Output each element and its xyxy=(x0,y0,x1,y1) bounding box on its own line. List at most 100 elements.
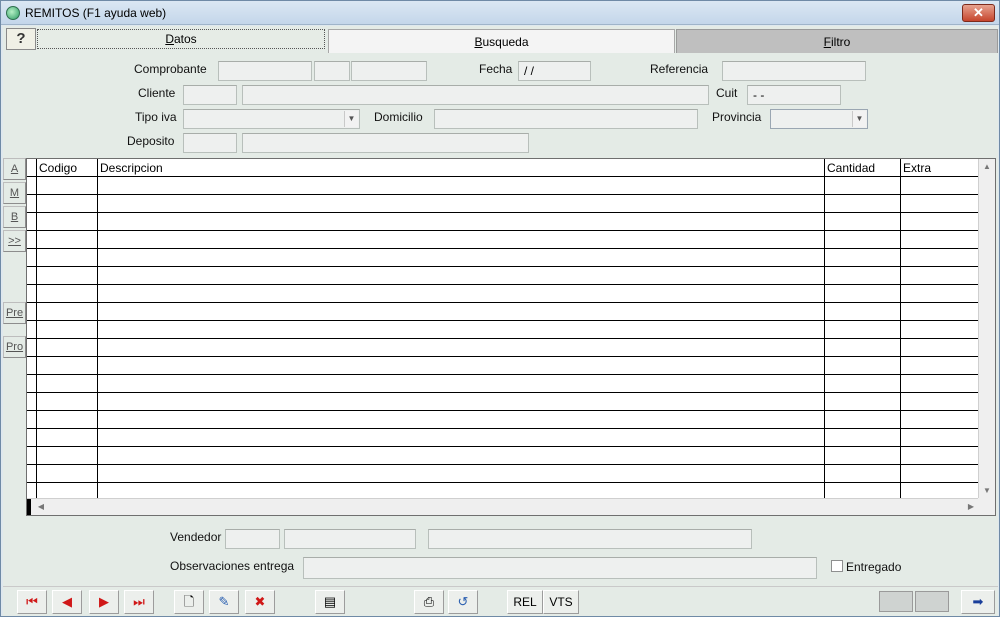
table-cell[interactable] xyxy=(825,195,901,213)
vendedor-code-field[interactable] xyxy=(225,529,280,549)
table-row[interactable] xyxy=(27,321,979,339)
table-cell[interactable] xyxy=(98,195,825,213)
table-cell[interactable] xyxy=(98,285,825,303)
table-row[interactable] xyxy=(27,357,979,375)
table-cell[interactable] xyxy=(37,429,98,447)
side-button-add[interactable]: A xyxy=(3,158,26,180)
table-cell[interactable] xyxy=(825,321,901,339)
items-grid[interactable]: Codigo Descripcion Cantidad Extra ▲ ▼ ◀ … xyxy=(26,158,996,516)
table-cell[interactable] xyxy=(37,177,98,195)
table-cell[interactable] xyxy=(98,393,825,411)
undo-button[interactable]: ↺ xyxy=(448,590,478,614)
edit-button[interactable]: ✎ xyxy=(209,590,239,614)
provincia-select[interactable]: ▼ xyxy=(770,109,868,129)
print-button[interactable]: ⎙ xyxy=(414,590,444,614)
table-cell[interactable] xyxy=(37,231,98,249)
table-row[interactable] xyxy=(27,267,979,285)
table-cell[interactable] xyxy=(825,285,901,303)
referencia-field[interactable] xyxy=(722,61,866,81)
delete-button[interactable]: ✖ xyxy=(245,590,275,614)
close-button[interactable]: ✕ xyxy=(962,4,995,22)
table-cell[interactable] xyxy=(825,393,901,411)
vertical-scrollbar[interactable]: ▲ ▼ xyxy=(978,159,995,499)
table-cell[interactable] xyxy=(37,303,98,321)
table-cell[interactable] xyxy=(98,303,825,321)
table-cell[interactable] xyxy=(825,267,901,285)
scroll-left-icon[interactable]: ◀ xyxy=(33,499,49,515)
column-header-codigo[interactable]: Codigo xyxy=(37,159,98,177)
scroll-up-icon[interactable]: ▲ xyxy=(980,159,994,175)
table-cell[interactable] xyxy=(901,303,979,321)
vendedor-extra-field[interactable] xyxy=(428,529,752,549)
scroll-right-icon[interactable]: ▶ xyxy=(963,499,979,515)
table-cell[interactable] xyxy=(37,339,98,357)
table-cell[interactable] xyxy=(901,393,979,411)
table-cell[interactable] xyxy=(901,249,979,267)
table-row[interactable] xyxy=(27,303,979,321)
tab-datos[interactable]: Datos xyxy=(37,29,325,49)
table-cell[interactable] xyxy=(825,357,901,375)
table-row[interactable] xyxy=(27,411,979,429)
table-cell[interactable] xyxy=(901,411,979,429)
table-cell[interactable] xyxy=(98,411,825,429)
table-cell[interactable] xyxy=(37,375,98,393)
table-row[interactable] xyxy=(27,465,979,483)
table-row[interactable] xyxy=(27,177,979,195)
table-cell[interactable] xyxy=(901,357,979,375)
table-cell[interactable] xyxy=(825,177,901,195)
first-record-button[interactable]: ⏮ xyxy=(17,590,47,614)
table-cell[interactable] xyxy=(901,195,979,213)
table-cell[interactable] xyxy=(98,213,825,231)
table-cell[interactable] xyxy=(825,231,901,249)
table-row[interactable] xyxy=(27,285,979,303)
chevron-down-icon[interactable]: ▼ xyxy=(852,111,866,127)
table-row[interactable] xyxy=(27,213,979,231)
chevron-down-icon[interactable]: ▼ xyxy=(344,111,358,127)
table-cell[interactable] xyxy=(825,411,901,429)
comprobante-number-field[interactable] xyxy=(351,61,427,81)
deposito-name-field[interactable] xyxy=(242,133,529,153)
tipo-iva-select[interactable]: ▼ xyxy=(183,109,360,129)
table-cell[interactable] xyxy=(37,321,98,339)
table-cell[interactable] xyxy=(901,321,979,339)
tab-filtro[interactable]: Filtro xyxy=(676,29,998,53)
table-cell[interactable] xyxy=(825,303,901,321)
scroll-down-icon[interactable]: ▼ xyxy=(980,483,994,499)
side-button-delete[interactable]: B xyxy=(3,206,26,228)
table-cell[interactable] xyxy=(98,249,825,267)
table-row[interactable] xyxy=(27,339,979,357)
domicilio-field[interactable] xyxy=(434,109,698,129)
help-button[interactable]: ? xyxy=(6,28,36,50)
table-cell[interactable] xyxy=(901,267,979,285)
table-cell[interactable] xyxy=(825,465,901,483)
table-cell[interactable] xyxy=(901,285,979,303)
deposito-code-field[interactable] xyxy=(183,133,237,153)
fecha-field[interactable]: / / xyxy=(518,61,591,81)
table-cell[interactable] xyxy=(901,213,979,231)
table-cell[interactable] xyxy=(901,429,979,447)
table-cell[interactable] xyxy=(37,465,98,483)
table-cell[interactable] xyxy=(98,267,825,285)
vendedor-name-field[interactable] xyxy=(284,529,416,549)
comprobante-type-field[interactable] xyxy=(218,61,312,81)
table-cell[interactable] xyxy=(37,393,98,411)
vts-button[interactable]: VTS xyxy=(543,590,579,614)
table-cell[interactable] xyxy=(825,339,901,357)
table-cell[interactable] xyxy=(825,375,901,393)
cliente-code-field[interactable] xyxy=(183,85,237,105)
cuit-field[interactable]: - - xyxy=(747,85,841,105)
observaciones-field[interactable] xyxy=(303,557,817,579)
side-button-pre[interactable]: Pre xyxy=(3,302,26,324)
table-cell[interactable] xyxy=(98,447,825,465)
table-cell[interactable] xyxy=(37,195,98,213)
table-cell[interactable] xyxy=(37,267,98,285)
table-cell[interactable] xyxy=(98,465,825,483)
last-record-button[interactable]: ⏭ xyxy=(124,590,154,614)
table-row[interactable] xyxy=(27,231,979,249)
table-cell[interactable] xyxy=(37,249,98,267)
table-cell[interactable] xyxy=(37,357,98,375)
table-cell[interactable] xyxy=(37,285,98,303)
column-header-descripcion[interactable]: Descripcion xyxy=(98,159,825,177)
table-cell[interactable] xyxy=(37,447,98,465)
column-header-cantidad[interactable]: Cantidad xyxy=(825,159,901,177)
